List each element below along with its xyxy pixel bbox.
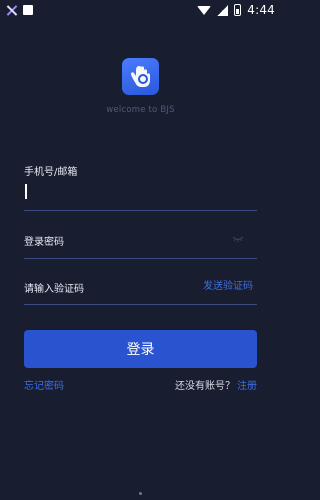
password-input[interactable]: 登录密码 <box>24 233 64 248</box>
register-link[interactable]: 注册 <box>237 377 257 392</box>
app-notification-icon <box>6 5 17 16</box>
home-indicator <box>139 492 142 495</box>
battery-icon <box>234 4 242 16</box>
status-right: 4:44 <box>197 3 275 17</box>
send-code-button[interactable]: 发送验证码 <box>203 277 253 292</box>
verification-code-underline <box>24 304 257 305</box>
clock: 4:44 <box>247 3 275 17</box>
register-prompt: 还没有账号？ 注册 <box>175 377 257 392</box>
phone-email-label: 手机号/邮箱 <box>24 167 78 178</box>
phone-email-input[interactable] <box>25 184 27 199</box>
password-visibility-icon[interactable] <box>232 236 244 242</box>
password-underline <box>24 258 257 259</box>
verification-code-input[interactable]: 请输入验证码 <box>24 280 84 295</box>
login-button[interactable]: 登录 <box>24 330 257 368</box>
phone-email-underline <box>24 210 257 211</box>
cell-signal-icon <box>217 4 229 16</box>
square-notification-icon <box>23 5 33 15</box>
no-account-text: 还没有账号？ <box>175 381 235 392</box>
app-logo <box>122 58 159 95</box>
status-bar: 4:44 <box>0 0 281 20</box>
status-left <box>6 5 33 16</box>
forgot-password-link[interactable]: 忘记密码 <box>24 377 64 392</box>
wifi-icon <box>197 5 212 15</box>
welcome-text: welcome to BJS <box>106 105 175 115</box>
